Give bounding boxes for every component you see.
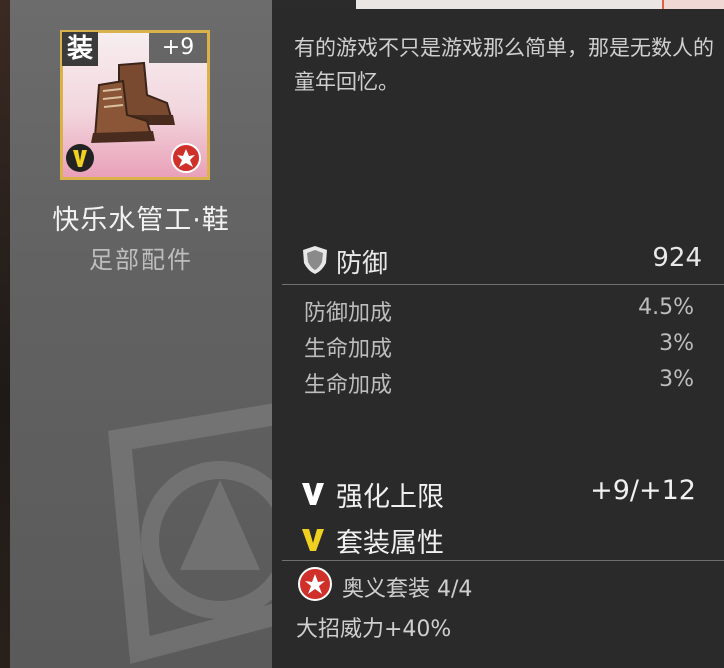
item-icon-card[interactable]: 装 +9 — [60, 30, 210, 180]
sub-stat-label: 防御加成 — [304, 301, 393, 326]
shield-icon — [303, 246, 327, 274]
background-window-accent — [662, 0, 724, 9]
item-details-panel: 有的游戏不只是游戏那么简单，那是无数人的童年回忆。 防御 924 防御加成 4.… — [272, 9, 724, 668]
sub-stat-row: 生命加成 3% — [272, 331, 724, 365]
main-stat-value: 924 — [652, 243, 702, 273]
background-window-edge — [356, 0, 724, 9]
set-attribute-header: 套装属性 — [272, 521, 724, 561]
set-emblem-icon — [298, 567, 332, 601]
boot-icon — [91, 61, 175, 143]
divider — [282, 560, 724, 561]
sub-stat-value: 3% — [659, 331, 694, 356]
sub-stat-label: 生命加成 — [304, 373, 393, 398]
sub-stat-row: 生命加成 3% — [272, 367, 724, 401]
main-stat-row: 防御 924 — [272, 241, 724, 281]
v-mark-icon — [302, 483, 324, 505]
sub-stat-value: 4.5% — [638, 295, 694, 320]
item-preview-panel: 装 +9 快乐水管工·鞋 足部配件 — [10, 0, 272, 668]
set-attribute-label: 套装属性 — [336, 528, 444, 559]
divider — [282, 284, 724, 285]
main-stat-label: 防御 — [336, 249, 389, 279]
background-scene — [0, 0, 10, 668]
enhance-limit-label: 强化上限 — [336, 482, 444, 513]
v-mark-icon — [302, 529, 324, 551]
item-name: 快乐水管工·鞋 — [52, 205, 230, 236]
set-bonus: 大招威力+40% — [296, 617, 452, 642]
sub-stat-value: 3% — [659, 367, 694, 392]
sub-stat-label: 生命加成 — [304, 337, 393, 362]
decorative-emblem-icon — [108, 403, 272, 664]
set-emblem-icon — [171, 143, 201, 173]
set-name-row: 奥义套装 4/4 — [272, 565, 724, 605]
item-description: 有的游戏不只是游戏那么简单，那是无数人的童年回忆。 — [294, 36, 714, 94]
item-type: 足部配件 — [89, 246, 193, 274]
tier-v-badge-icon — [66, 144, 94, 172]
set-name: 奥义套装 4/4 — [342, 577, 473, 602]
sub-stat-row: 防御加成 4.5% — [272, 295, 724, 329]
set-bonus-row: 大招威力+40% — [272, 609, 724, 645]
enhance-limit-value: +9/+12 — [590, 475, 696, 506]
enhance-limit-row: 强化上限 +9/+12 — [272, 475, 724, 515]
